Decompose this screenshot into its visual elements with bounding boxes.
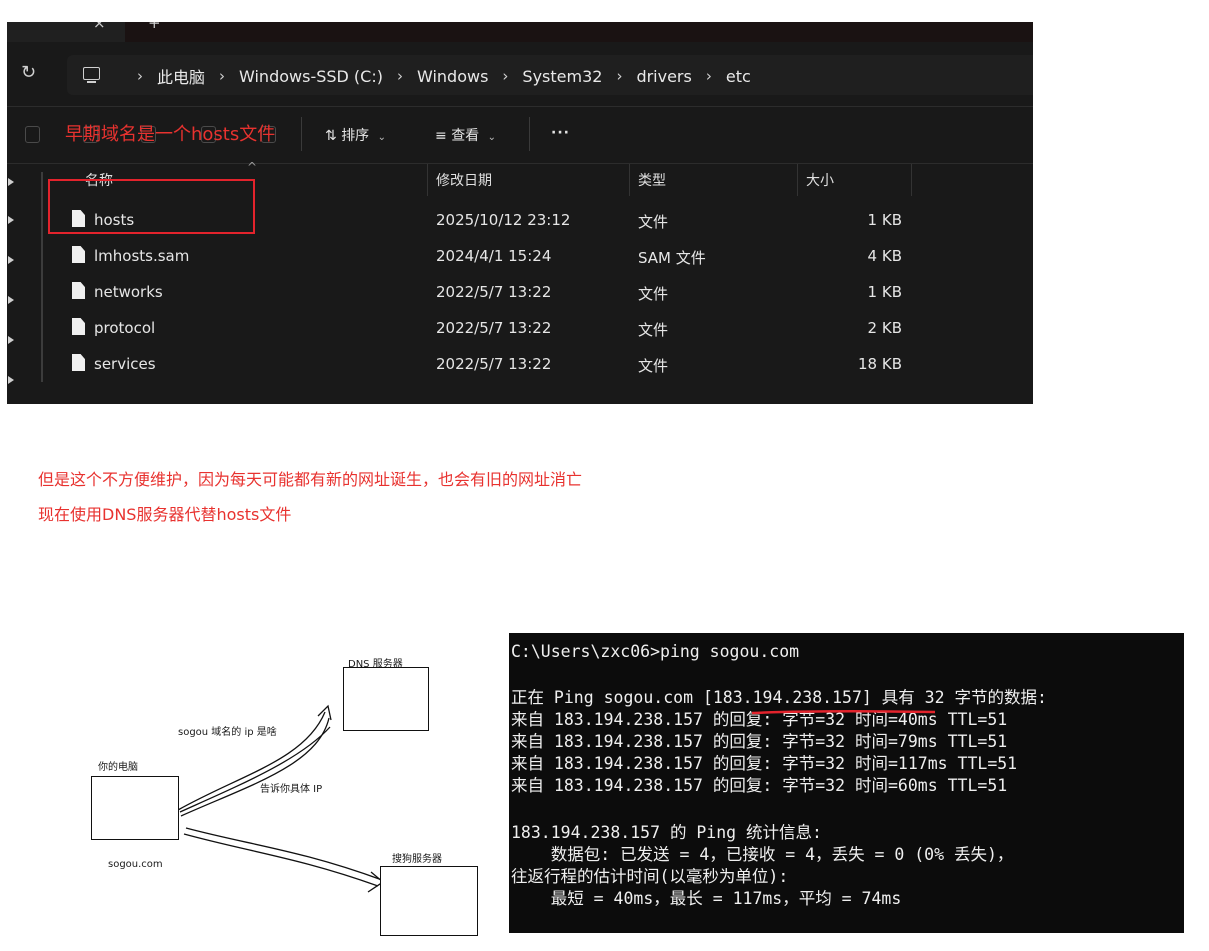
column-header-modified[interactable]: 修改日期	[436, 170, 492, 190]
view-label: 查看	[451, 128, 480, 144]
breadcrumb-item-drivers[interactable]: drivers	[636, 67, 691, 86]
file-explorer-window: × + ↻ › 此电脑 › Windows-SSD (C:) › Windows…	[7, 22, 1033, 404]
server-arrow	[185, 827, 383, 881]
terminal-line: C:\Users\zxc06>ping sogou.com	[511, 642, 800, 661]
chevron-down-icon: ⌄	[487, 132, 497, 143]
terminal-line: 183.194.238.157 的 Ping 统计信息:	[511, 823, 822, 842]
terminal-line: 来自 183.194.238.157 的回复: 字节=32 时间=117ms T…	[511, 754, 1018, 773]
column-divider[interactable]	[911, 164, 912, 196]
breadcrumb: › 此电脑 › Windows-SSD (C:) › Windows › Sys…	[123, 64, 751, 88]
view-button[interactable]: ≡ 查看 ⌄	[435, 125, 496, 145]
breadcrumb-chevron-icon[interactable]: ›	[502, 67, 508, 85]
breadcrumb-item-etc[interactable]: etc	[726, 67, 751, 86]
file-icon	[72, 318, 85, 335]
title-bar: × +	[7, 22, 1033, 42]
file-icon	[72, 354, 85, 371]
terminal-line: 往返行程的估计时间(以毫秒为单位):	[511, 867, 789, 886]
file-type: 文件	[638, 285, 669, 303]
file-icon	[72, 246, 85, 263]
server-arrow-shadow	[183, 833, 379, 887]
breadcrumb-chevron-icon[interactable]: ›	[706, 67, 712, 85]
hosts-highlight-box	[48, 179, 255, 234]
breadcrumb-chevron-icon[interactable]: ›	[219, 67, 225, 85]
file-modified: 2022/5/7 13:22	[436, 283, 552, 301]
cmd-terminal[interactable]: C:\Users\zxc06>ping sogou.com 正在 Ping so…	[509, 633, 1184, 933]
file-size: 18 KB	[858, 355, 902, 373]
terminal-line: 数据包: 已发送 = 4，已接收 = 4，丢失 = 0 (0% 丢失)，	[511, 845, 1014, 864]
file-name: networks	[94, 283, 163, 301]
sort-icon: ⇅	[325, 128, 337, 144]
file-icon	[72, 282, 85, 299]
file-type: SAM 文件	[638, 249, 706, 267]
file-modified: 2025/10/12 23:12	[436, 211, 571, 229]
file-size: 1 KB	[867, 211, 902, 229]
terminal-line: 最短 = 40ms，最长 = 117ms，平均 = 74ms	[511, 889, 902, 908]
your-computer-label: 你的电脑	[98, 762, 138, 773]
file-type: 文件	[638, 213, 669, 231]
sort-caret-icon: ^	[247, 160, 258, 174]
column-divider[interactable]	[427, 164, 428, 196]
breadcrumb-item-this-pc[interactable]: 此电脑	[157, 64, 205, 88]
annotation-hosts-file: 早期域名是一个hosts文件	[65, 124, 276, 145]
sort-label: 排序	[341, 128, 370, 144]
file-name: protocol	[94, 319, 156, 337]
file-size: 1 KB	[867, 283, 902, 301]
new-item-icon[interactable]	[25, 126, 40, 143]
chevron-down-icon: ⌄	[377, 132, 387, 143]
column-header-size[interactable]: 大小	[806, 170, 834, 190]
terminal-line: 正在 Ping sogou.com [183.194.238.157] 具有 3…	[511, 688, 1047, 707]
terminal-line: 来自 183.194.238.157 的回复: 字节=32 时间=79ms TT…	[511, 732, 1008, 751]
breadcrumb-chevron-icon[interactable]: ›	[397, 67, 403, 85]
sogou-server-label: 搜狗服务器	[392, 854, 442, 865]
dns-server-box	[343, 667, 429, 731]
breadcrumb-item-c-drive[interactable]: Windows-SSD (C:)	[239, 67, 383, 86]
sort-button[interactable]: ⇅ 排序 ⌄	[325, 125, 386, 145]
your-computer-box	[91, 776, 179, 840]
note-maintenance: 但是这个不方便维护，因为每天可能都有新的网址诞生，也会有旧的网址消亡	[38, 470, 583, 489]
file-type: 文件	[638, 357, 669, 375]
file-modified: 2022/5/7 13:22	[436, 319, 552, 337]
computer-icon[interactable]	[83, 67, 100, 83]
ip-underline	[751, 710, 936, 715]
column-divider[interactable]	[629, 164, 630, 196]
column-divider[interactable]	[797, 164, 798, 196]
new-tab-icon[interactable]: +	[148, 22, 161, 32]
file-name: lmhosts.sam	[94, 247, 190, 265]
file-size: 2 KB	[867, 319, 902, 337]
address-field[interactable]: › 此电脑 › Windows-SSD (C:) › Windows › Sys…	[67, 55, 1033, 95]
close-tab-icon[interactable]: ×	[93, 22, 106, 32]
sogou-server-box	[380, 866, 478, 936]
breadcrumb-chevron-icon[interactable]: ›	[137, 67, 143, 85]
ip-underline-annotation	[751, 710, 936, 715]
toolbar-divider	[301, 117, 302, 151]
more-options-icon[interactable]: ···	[551, 125, 570, 141]
view-icon: ≡	[435, 128, 447, 144]
file-size: 4 KB	[867, 247, 902, 265]
dns-lookup-diagram: DNS 服务器 sogou 域名的 ip 是啥 告诉你具体 IP 你的电脑 so…	[0, 600, 500, 951]
file-row-protocol[interactable]: protocol 2022/5/7 13:22 文件 2 KB	[7, 310, 1033, 346]
file-row-services[interactable]: services 2022/5/7 13:22 文件 18 KB	[7, 346, 1033, 382]
file-modified: 2024/4/1 15:24	[436, 247, 552, 265]
terminal-line: 来自 183.194.238.157 的回复: 字节=32 时间=60ms TT…	[511, 776, 1008, 795]
file-type: 文件	[638, 321, 669, 339]
pin-icon[interactable]	[8, 178, 14, 186]
address-bar: ↻ › 此电脑 › Windows-SSD (C:) › Windows › S…	[7, 52, 1033, 98]
breadcrumb-item-windows[interactable]: Windows	[417, 67, 488, 86]
question-label: sogou 域名的 ip 是啥	[178, 727, 277, 738]
file-name: services	[94, 355, 156, 373]
file-modified: 2022/5/7 13:22	[436, 355, 552, 373]
file-row-lmhosts[interactable]: lmhosts.sam 2024/4/1 15:24 SAM 文件 4 KB	[7, 238, 1033, 274]
domain-label: sogou.com	[108, 859, 163, 870]
command-bar: 早期域名是一个hosts文件 ⇅ 排序 ⌄ ≡ 查看 ⌄ ···	[7, 106, 1033, 164]
toolbar-divider	[529, 117, 530, 151]
file-row-networks[interactable]: networks 2022/5/7 13:22 文件 1 KB	[7, 274, 1033, 310]
answer-label: 告诉你具体 IP	[260, 784, 323, 795]
tab-etc[interactable]	[125, 22, 1033, 42]
column-header-type[interactable]: 类型	[638, 170, 666, 190]
breadcrumb-item-system32[interactable]: System32	[522, 67, 602, 86]
note-dns-replaces-hosts: 现在使用DNS服务器代替hosts文件	[38, 505, 292, 524]
refresh-icon[interactable]: ↻	[21, 62, 36, 83]
response-arrow	[179, 726, 331, 813]
breadcrumb-chevron-icon[interactable]: ›	[616, 67, 622, 85]
